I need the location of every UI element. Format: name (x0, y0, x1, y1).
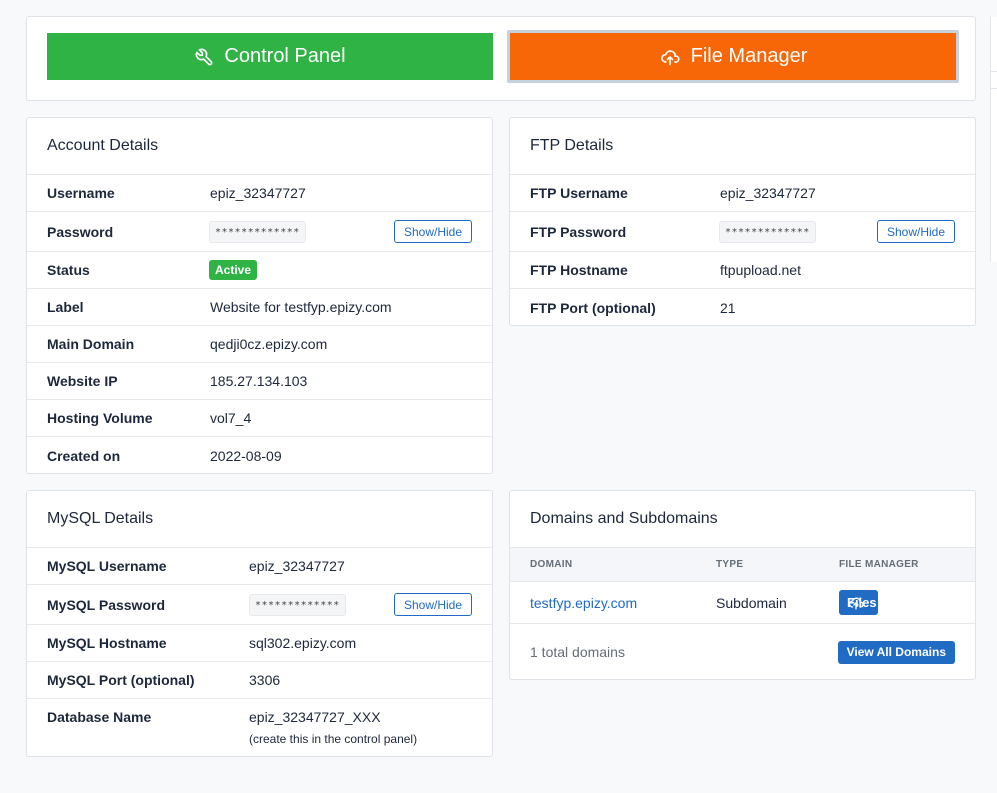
show-hide-ftp-password-button[interactable]: Show/Hide (876, 220, 955, 243)
row-label: FTP Password (530, 223, 627, 240)
row-label: Password (47, 223, 114, 240)
files-button-label: Files (847, 595, 877, 610)
adjacent-panel-edge (990, 17, 997, 262)
table-row: Status Active (27, 252, 492, 289)
table-row: Main Domain qedji0cz.epizy.com (27, 326, 492, 363)
database-name-value: epiz_32347727_XXX (249, 709, 381, 725)
domains-card: Domains and Subdomains DOMAIN TYPE FILE … (509, 490, 976, 680)
row-label: Website IP (47, 373, 118, 389)
row-label: FTP Hostname (530, 262, 628, 278)
total-domains-count: 1 total domains (530, 644, 625, 660)
mysql-port-value: 3306 (249, 672, 281, 688)
ftp-username-value: epiz_32347727 (720, 185, 816, 201)
main-domain-value: qedji0cz.epizy.com (210, 336, 328, 352)
card-title: Domains and Subdomains (510, 491, 975, 548)
table-row: FTP Port (optional) 21 (510, 289, 975, 325)
table-row: Hosting Volume vol7_4 (27, 400, 492, 437)
mysql-username-value: epiz_32347727 (249, 558, 345, 574)
row-label: Main Domain (47, 336, 135, 352)
website-ip-value: 185.27.134.103 (210, 373, 308, 389)
status-badge: Active (209, 260, 258, 280)
database-name-note: (create this in the control panel) (249, 732, 418, 746)
card-title: Account Details (27, 118, 492, 175)
wrench-icon (196, 48, 213, 65)
mysql-hostname-value: sql302.epizy.com (249, 635, 357, 651)
row-label: FTP Port (optional) (530, 299, 656, 316)
ftp-port-value: 21 (720, 299, 736, 316)
table-row: Database Name epiz_32347727_XXX (create … (27, 699, 492, 755)
row-label: Created on (47, 447, 121, 464)
mysql-password-value: ************* (249, 593, 346, 616)
label-value: Website for testfyp.epizy.com (210, 299, 392, 315)
table-row: Label Website for testfyp.epizy.com (27, 289, 492, 326)
table-footer: 1 total domains View All Domains (510, 624, 975, 679)
file-manager-label: File Manager (690, 45, 808, 67)
column-header-domain: DOMAIN (530, 559, 573, 570)
quick-actions-card: Control Panel File Manager (26, 16, 976, 101)
table-row: MySQL Password ************* Show/Hide (27, 585, 492, 625)
account-details-card: Account Details Username epiz_32347727 P… (26, 117, 493, 474)
file-manager-focus-ring: File Manager (507, 30, 959, 83)
show-hide-password-button[interactable]: Show/Hide (393, 220, 472, 243)
card-title: MySQL Details (27, 491, 492, 548)
row-label: MySQL Hostname (47, 635, 167, 651)
control-panel-button[interactable]: Control Panel (47, 33, 493, 80)
ftp-hostname-value: ftpupload.net (720, 262, 801, 278)
table-row: Website IP 185.27.134.103 (27, 363, 492, 400)
row-label: FTP Username (530, 185, 628, 201)
view-all-domains-button[interactable]: View All Domains (837, 640, 955, 664)
mysql-details-card: MySQL Details MySQL Username epiz_323477… (26, 490, 493, 757)
cloud-upload-icon (660, 49, 680, 65)
table-row: MySQL Username epiz_32347727 (27, 548, 492, 585)
table-row: FTP Password ************* Show/Hide (510, 212, 975, 252)
row-label: MySQL Password (47, 596, 166, 613)
hosting-volume-value: vol7_4 (210, 410, 252, 426)
panel-edge-notch (990, 71, 997, 89)
table-row: Password ************* Show/Hide (27, 212, 492, 252)
files-button[interactable]: Files (839, 590, 878, 615)
domain-link[interactable]: testfyp.epizy.com (530, 595, 637, 611)
column-header-type: TYPE (716, 559, 744, 570)
table-row: MySQL Port (optional) 3306 (27, 662, 492, 699)
table-row: FTP Hostname ftpupload.net (510, 252, 975, 289)
table-row: FTP Username epiz_32347727 (510, 175, 975, 212)
row-label: Label (47, 299, 84, 315)
ftp-details-card: FTP Details FTP Username epiz_32347727 F… (509, 117, 976, 326)
table-row: MySQL Hostname sql302.epizy.com (27, 625, 492, 662)
created-on-value: 2022-08-09 (210, 447, 282, 464)
file-manager-button[interactable]: File Manager (510, 33, 956, 80)
row-label: Username (47, 185, 115, 201)
row-label: MySQL Port (optional) (47, 672, 195, 688)
row-label: Database Name (47, 709, 152, 725)
table-row: Username epiz_32347727 (27, 175, 492, 212)
row-label: MySQL Username (47, 558, 167, 574)
row-label: Status (47, 262, 90, 278)
column-header-file-manager: FILE MANAGER (839, 559, 919, 570)
domain-type: Subdomain (716, 594, 787, 611)
control-panel-label: Control Panel (224, 45, 346, 67)
row-label: Hosting Volume (47, 410, 153, 426)
show-hide-mysql-password-button[interactable]: Show/Hide (393, 593, 472, 616)
table-header: DOMAIN TYPE FILE MANAGER (510, 548, 975, 582)
table-row: testfyp.epizy.com Subdomain Files (510, 582, 975, 624)
username-value: epiz_32347727 (210, 185, 306, 201)
card-title: FTP Details (510, 118, 975, 175)
password-value: ************* (209, 220, 306, 243)
ftp-password-value: ************* (719, 220, 816, 243)
table-row: Created on 2022-08-09 (27, 437, 492, 473)
